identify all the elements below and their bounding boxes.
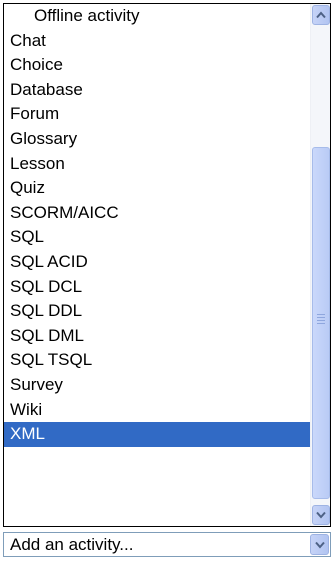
activity-dropdown-list[interactable]: Offline activity Chat Choice Database Fo… bbox=[3, 3, 331, 527]
dropdown-toggle-button[interactable] bbox=[310, 534, 329, 555]
chevron-down-icon bbox=[316, 511, 326, 519]
option-quiz[interactable]: Quiz bbox=[4, 176, 310, 201]
scroll-up-button[interactable] bbox=[312, 5, 330, 25]
chevron-up-icon bbox=[316, 11, 326, 19]
option-sql-acid[interactable]: SQL ACID bbox=[4, 250, 310, 275]
option-sql-dml[interactable]: SQL DML bbox=[4, 324, 310, 349]
scroll-down-button[interactable] bbox=[312, 505, 330, 525]
option-sql-dcl[interactable]: SQL DCL bbox=[4, 275, 310, 300]
option-scorm-aicc[interactable]: SCORM/AICC bbox=[4, 201, 310, 226]
option-survey[interactable]: Survey bbox=[4, 373, 310, 398]
option-sql-ddl[interactable]: SQL DDL bbox=[4, 299, 310, 324]
option-lesson[interactable]: Lesson bbox=[4, 152, 310, 177]
option-group-header: Offline activity bbox=[34, 6, 140, 25]
option-choice[interactable]: Choice bbox=[4, 53, 310, 78]
add-activity-select[interactable]: Add an activity... bbox=[3, 532, 331, 557]
option-wiki[interactable]: Wiki bbox=[4, 398, 310, 423]
option-glossary[interactable]: Glossary bbox=[4, 127, 310, 152]
selected-value: Add an activity... bbox=[10, 535, 134, 554]
option-database[interactable]: Database bbox=[4, 78, 310, 103]
activity-options: Offline activity Chat Choice Database Fo… bbox=[4, 4, 310, 526]
list-scrollbar[interactable] bbox=[310, 4, 330, 526]
option-xml[interactable]: XML bbox=[4, 422, 310, 447]
option-chat[interactable]: Chat bbox=[4, 29, 310, 54]
grip-icon bbox=[317, 314, 325, 326]
option-sql-tsql[interactable]: SQL TSQL bbox=[4, 348, 310, 373]
option-forum[interactable]: Forum bbox=[4, 102, 310, 127]
chevron-down-icon bbox=[315, 541, 325, 549]
scroll-thumb[interactable] bbox=[312, 147, 330, 499]
option-sql[interactable]: SQL bbox=[4, 225, 310, 250]
